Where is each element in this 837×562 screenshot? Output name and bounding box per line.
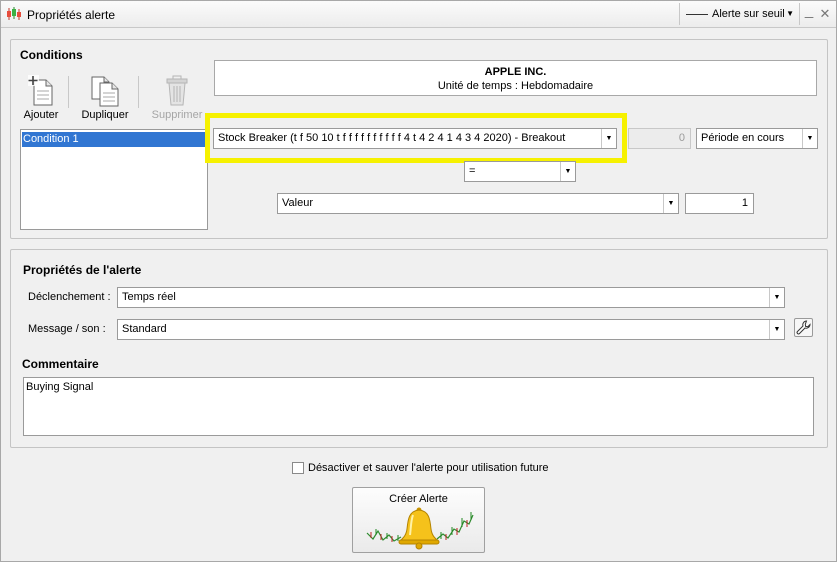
candlestick-chart-icon [7, 7, 21, 20]
add-document-icon [28, 75, 53, 106]
wrench-icon [796, 320, 811, 335]
message-settings-button[interactable] [794, 318, 813, 337]
chevron-down-icon[interactable]: ▼ [769, 320, 784, 339]
minimize-button[interactable]: _ [801, 2, 817, 20]
toolbar-divider [138, 76, 139, 108]
compare-select[interactable]: Valeur ▼ [277, 193, 679, 214]
chevron-down-icon[interactable]: ▼ [601, 129, 616, 148]
period-select[interactable]: Période en cours ▼ [696, 128, 818, 149]
add-label: Ajouter [23, 109, 59, 121]
period-select-value: Période en cours [701, 132, 785, 144]
message-select[interactable]: Standard ▼ [117, 319, 785, 340]
duplicate-label: Dupliquer [81, 109, 129, 121]
alert-properties-title: Propriétés de l'alerte [23, 263, 142, 277]
comment-textarea[interactable]: Buying Signal [23, 377, 814, 436]
instrument-info-box: APPLE INC. Unité de temps : Hebdomadaire [214, 60, 817, 96]
chevron-down-icon[interactable]: ▼ [769, 288, 784, 307]
trash-can-icon [166, 75, 188, 106]
compare-select-value: Valeur [282, 197, 313, 209]
duplicate-button[interactable]: Dupliquer [77, 75, 133, 125]
indicator-select[interactable]: Stock Breaker (t f 50 10 t f f f f f f f… [213, 128, 617, 149]
deactivate-checkbox[interactable] [292, 462, 304, 474]
toolbar-divider [68, 76, 69, 108]
line-style-icon [686, 13, 708, 15]
comment-title: Commentaire [22, 357, 99, 371]
alert-type-dropdown[interactable]: Alerte sur seuil ▼ [679, 3, 800, 25]
conditions-list[interactable]: Condition 1 [20, 129, 208, 230]
minimize-icon: _ [804, 2, 814, 19]
chevron-down-icon: ▼ [786, 9, 794, 18]
instrument-timeframe: Unité de temps : Hebdomadaire [437, 80, 594, 92]
trigger-select-value: Temps réel [122, 291, 176, 303]
golden-bell-icon [366, 507, 474, 550]
delete-button[interactable]: Supprimer [148, 75, 206, 125]
instrument-name: APPLE INC. [484, 66, 547, 78]
chevron-down-icon[interactable]: ▼ [560, 162, 575, 181]
title-bar: Propriétés alerte Alerte sur seuil ▼ _ ✕ [1, 1, 836, 28]
alert-type-label: Alerte sur seuil [712, 8, 785, 20]
alert-properties-window: Propriétés alerte Alerte sur seuil ▼ _ ✕… [0, 0, 837, 562]
delete-label: Supprimer [151, 109, 203, 121]
window-title: Propriétés alerte [27, 8, 116, 22]
create-alert-label: Créer Alerte [389, 493, 448, 505]
operator-select-value: = [469, 165, 476, 177]
chevron-down-icon[interactable]: ▼ [802, 129, 817, 148]
message-label: Message / son : [28, 323, 106, 335]
conditions-title: Conditions [20, 48, 83, 62]
compare-value-field[interactable]: 1 [685, 193, 754, 214]
indicator-select-value: Stock Breaker (t f 50 10 t f f f f f f f… [218, 132, 566, 144]
trigger-label: Déclenchement : [28, 291, 111, 303]
chevron-down-icon[interactable]: ▼ [663, 194, 678, 213]
operator-select[interactable]: = ▼ [464, 161, 576, 182]
create-alert-button[interactable]: Créer Alerte [352, 487, 485, 553]
add-button[interactable]: Ajouter [13, 75, 69, 125]
close-icon: ✕ [819, 6, 831, 21]
trigger-select[interactable]: Temps réel ▼ [117, 287, 785, 308]
close-button[interactable]: ✕ [817, 5, 833, 23]
message-select-value: Standard [122, 323, 167, 335]
list-item[interactable]: Condition 1 [22, 132, 206, 147]
duplicate-documents-icon [91, 76, 119, 107]
deactivate-label: Désactiver et sauver l'alerte pour utili… [308, 462, 549, 474]
offset-field[interactable]: 0 [628, 128, 691, 149]
